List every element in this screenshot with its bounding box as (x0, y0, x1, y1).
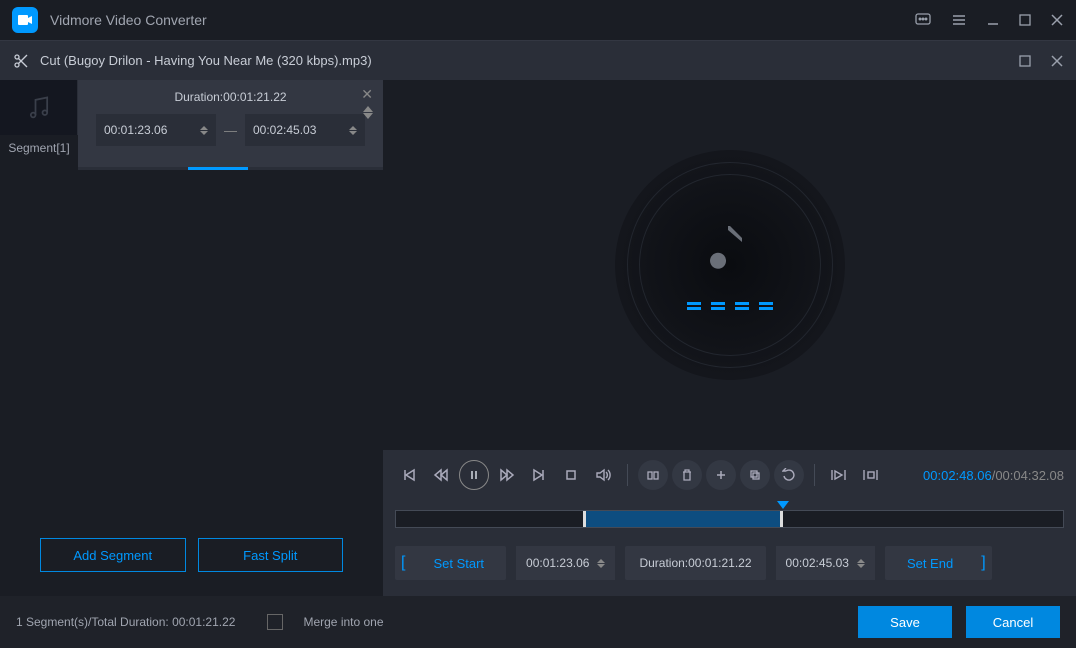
segment-panel[interactable]: Segment[1] Duration:00:01:21.22 00:01:23… (78, 80, 383, 170)
footer-info: 1 Segment(s)/Total Duration: 00:01:21.22 (16, 615, 235, 629)
cancel-button[interactable]: Cancel (966, 606, 1060, 638)
end-time-input[interactable]: 00:02:45.03 (776, 546, 875, 580)
current-time: 00:02:48.06 (923, 468, 992, 483)
close-icon[interactable] (1050, 13, 1064, 27)
add-segment-button[interactable]: Add Segment (40, 538, 186, 572)
music-note-icon (708, 220, 752, 276)
end2-up-icon[interactable] (857, 559, 865, 563)
merge-label: Merge into one (303, 615, 383, 629)
footer-bar: 1 Segment(s)/Total Duration: 00:01:21.22… (0, 596, 1076, 648)
start-down-icon[interactable] (200, 131, 208, 135)
merge-checkbox[interactable] (267, 614, 283, 630)
preview-column: 00:02:48.06/00:04:32.08 [ Set Start 00:0… (383, 80, 1076, 596)
maximize-icon[interactable] (1018, 13, 1032, 27)
start-time-input[interactable]: 00:01:23.06 (516, 546, 615, 580)
save-button[interactable]: Save (858, 606, 952, 638)
menu-icon[interactable] (950, 11, 968, 29)
segment-thumbnail[interactable] (0, 80, 78, 135)
audio-disc (615, 150, 845, 380)
segment-reorder[interactable] (363, 106, 373, 119)
start2-up-icon[interactable] (597, 559, 605, 563)
set-start-group: [ Set Start (395, 546, 506, 580)
start-up-icon[interactable] (200, 126, 208, 130)
cut-close-icon[interactable] (1050, 54, 1064, 68)
duration-display: Duration:00:01:21.22 (625, 546, 765, 580)
rewind-icon[interactable] (427, 461, 455, 489)
equalizer-icon (687, 302, 773, 310)
segment-remove-icon[interactable]: ✕ (361, 86, 373, 103)
fast-split-button[interactable]: Fast Split (198, 538, 344, 572)
play-out-icon[interactable] (857, 461, 885, 489)
cut-title: Cut (Bugoy Drilon - Having You Near Me (… (40, 53, 1018, 68)
segment-start-input[interactable]: 00:01:23.06 (96, 114, 216, 146)
segment-progress (78, 167, 383, 170)
app-title: Vidmore Video Converter (50, 12, 914, 28)
preview-area (383, 80, 1076, 450)
total-time: /00:04:32.08 (992, 468, 1064, 483)
end-up-icon[interactable] (349, 126, 357, 130)
next-track-icon[interactable] (525, 461, 553, 489)
time-display: 00:02:48.06/00:04:32.08 (923, 468, 1064, 483)
bracket-right-icon: ] (975, 554, 991, 572)
copy-segment-icon[interactable] (638, 460, 668, 490)
set-start-button[interactable]: Set Start (411, 546, 506, 580)
start2-down-icon[interactable] (597, 564, 605, 568)
app-logo (12, 7, 38, 33)
main-area: Segment[1] Duration:00:01:21.22 00:01:23… (0, 80, 1076, 596)
cut-maximize-icon[interactable] (1018, 54, 1032, 68)
volume-icon[interactable] (589, 461, 617, 489)
edit-row: [ Set Start 00:01:23.06 Duration:00:01:2… (383, 546, 1076, 596)
set-end-group: Set End ] (885, 546, 992, 580)
set-end-button[interactable]: Set End (885, 546, 975, 580)
play-in-icon[interactable] (825, 461, 853, 489)
undo-icon[interactable] (774, 460, 804, 490)
copy-icon[interactable] (740, 460, 770, 490)
end2-down-icon[interactable] (857, 564, 865, 568)
range-dash: — (224, 123, 237, 138)
forward-icon[interactable] (493, 461, 521, 489)
minimize-icon[interactable] (986, 13, 1000, 27)
segment-end-input[interactable]: 00:02:45.03 (245, 114, 365, 146)
player-controls: 00:02:48.06/00:04:32.08 (383, 450, 1076, 500)
segment-label: Segment[1] (0, 135, 78, 155)
delete-icon[interactable] (672, 460, 702, 490)
playhead-marker[interactable] (777, 501, 789, 509)
add-icon[interactable] (706, 460, 736, 490)
scissors-icon (12, 52, 30, 70)
segment-duration: Duration:00:01:21.22 (92, 90, 369, 104)
title-bar: Vidmore Video Converter (0, 0, 1076, 40)
timeline-wrap (383, 500, 1076, 546)
prev-track-icon[interactable] (395, 461, 423, 489)
feedback-icon[interactable] (914, 11, 932, 29)
bracket-left-icon: [ (395, 554, 411, 572)
cut-bar: Cut (Bugoy Drilon - Having You Near Me (… (0, 40, 1076, 80)
pause-button[interactable] (459, 460, 489, 490)
timeline-slider[interactable] (395, 510, 1064, 528)
selection-range[interactable] (583, 511, 783, 527)
end-down-icon[interactable] (349, 131, 357, 135)
stop-icon[interactable] (557, 461, 585, 489)
segment-sidebar: Segment[1] Duration:00:01:21.22 00:01:23… (0, 80, 383, 596)
